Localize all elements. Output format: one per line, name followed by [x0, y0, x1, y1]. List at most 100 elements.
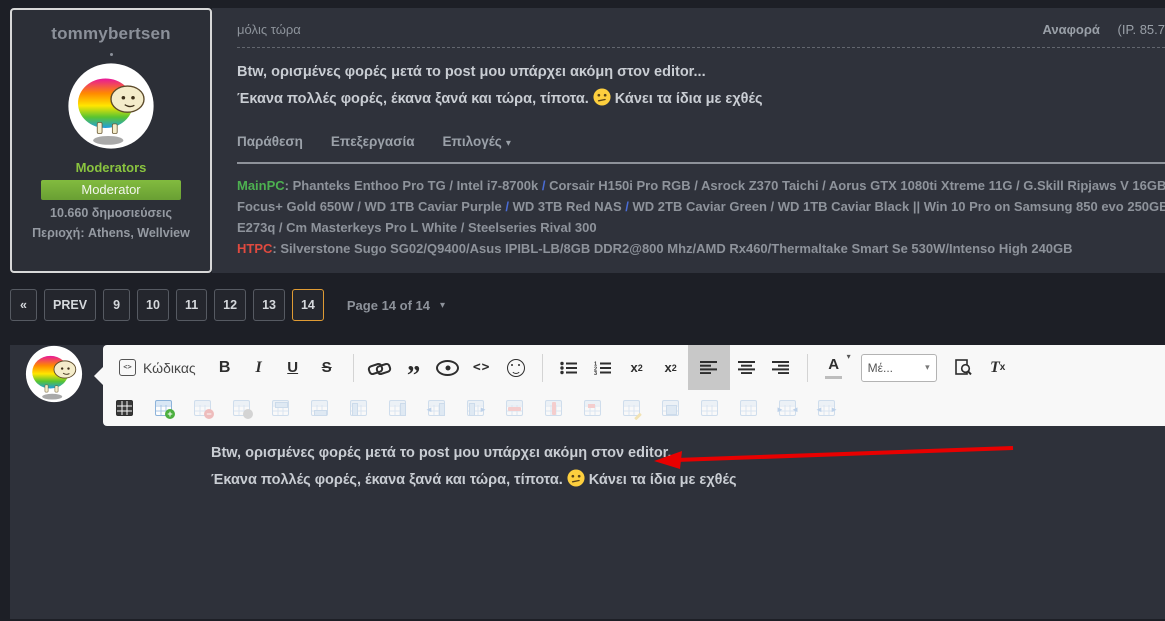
bold-button[interactable]: B	[208, 345, 242, 390]
post-timestamp[interactable]: μόλις τώρα	[237, 22, 301, 37]
editor-content-area[interactable]: Btw, ορισμένες φορές μετά το post μου υπ…	[196, 426, 1165, 494]
preview-button[interactable]	[431, 345, 465, 390]
editor-text-line1: Btw, ορισμένες φορές μετά το post μου υπ…	[211, 445, 680, 461]
align-center-button[interactable]	[730, 345, 764, 390]
insert-table-button[interactable]	[154, 399, 175, 419]
strikethrough-button[interactable]: S	[310, 345, 344, 390]
align-left-icon	[699, 361, 717, 374]
table-grid-a-button[interactable]	[700, 399, 719, 417]
quote-icon: ”	[406, 359, 421, 390]
emoticon-button[interactable]	[499, 345, 533, 390]
page-button-14-current[interactable]: 14	[291, 289, 324, 321]
insert-column-right-button[interactable]	[388, 399, 407, 417]
eye-icon	[436, 359, 460, 376]
link-button[interactable]	[363, 345, 397, 390]
delete-column-button[interactable]	[544, 399, 563, 417]
insert-row-below-button[interactable]	[310, 399, 329, 417]
chevron-down-icon: ▾	[846, 351, 851, 361]
table-properties-icon	[233, 400, 253, 419]
move-column-right-button[interactable]: ►	[466, 399, 487, 417]
source-button[interactable]: <>	[465, 345, 499, 390]
page-button-9[interactable]: 9	[103, 289, 131, 321]
smiley-icon	[506, 358, 525, 377]
pagination: « PREV 9 10 11 12 13 14 Page 14 of 14 ▾	[10, 289, 1165, 321]
reply-editor: Κώδικας B I U S ” <>	[10, 345, 1165, 619]
source-code-icon: <>	[472, 360, 491, 375]
text-color-button[interactable]: A ▾	[817, 345, 851, 390]
insert-column-right-icon	[389, 400, 406, 416]
italic-button[interactable]: I	[242, 345, 276, 390]
page-magnifier-icon	[955, 359, 972, 376]
first-page-button[interactable]: «	[10, 289, 37, 321]
numbered-list-icon: 123	[594, 361, 611, 375]
signature: MainPC: Phanteks Enthoo Pro TG / Intel i…	[237, 175, 1165, 259]
post-text-line1: Btw, ορισμένες φορές μετά το post μου υπ…	[237, 64, 706, 80]
post-header: μόλις τώρα Αναφορά (IP. 85.7	[237, 8, 1165, 37]
delete-column-icon	[545, 400, 562, 416]
signature-line1: MainPC: Phanteks Enthoo Pro TG / Intel i…	[237, 178, 1165, 193]
delete-row-button[interactable]	[505, 399, 524, 417]
delete-cell-icon	[584, 400, 601, 416]
insert-row-above-button[interactable]	[271, 399, 290, 417]
split-cells-button[interactable]: ◄ ►	[815, 399, 838, 417]
code-page-icon	[119, 359, 136, 376]
link-icon	[368, 360, 391, 376]
merge-cells-horizontal-icon: ► ◄	[776, 400, 799, 416]
bulleted-list-icon	[559, 361, 577, 374]
superscript-button[interactable]: x2	[654, 345, 688, 390]
toolbar-separator	[352, 353, 354, 382]
toolbar-separator	[541, 353, 543, 382]
author-avatar[interactable]	[67, 62, 155, 150]
edit-button[interactable]: Επεξεργασία	[331, 134, 415, 149]
page-button-13[interactable]: 13	[253, 289, 285, 321]
editor-box: Κώδικας B I U S ” <>	[94, 345, 1165, 494]
svg-text:3: 3	[594, 371, 597, 375]
merge-cells-icon	[662, 400, 679, 416]
code-block-button[interactable]: Κώδικας	[113, 345, 208, 390]
split-cells-icon: ◄ ►	[815, 400, 838, 416]
insert-row-below-icon	[311, 400, 328, 416]
merge-cells-button[interactable]	[661, 399, 680, 417]
align-right-icon	[771, 361, 789, 374]
author-username[interactable]: tommybertsen	[12, 24, 210, 44]
align-right-button[interactable]	[764, 345, 798, 390]
report-link[interactable]: Αναφορά	[1043, 22, 1100, 37]
page-button-11[interactable]: 11	[175, 289, 208, 321]
quote-button[interactable]: Παράθεση	[237, 134, 303, 149]
table-grid-b-button[interactable]	[739, 399, 758, 417]
forum-page: tommybertsen Moderators Moderator 10.660…	[0, 8, 1165, 619]
page-button-10[interactable]: 10	[137, 289, 169, 321]
bulleted-list-button[interactable]	[552, 345, 586, 390]
delete-cell-button[interactable]	[583, 399, 602, 417]
prev-page-button[interactable]: PREV	[44, 289, 97, 321]
font-size-dropdown[interactable]: Μέ... ▾	[860, 353, 937, 382]
align-left-button[interactable]	[687, 345, 730, 390]
author-location: Περιοχή: Athens, Wellview	[32, 226, 190, 240]
subscript-button[interactable]: x2	[620, 345, 654, 390]
post-body: Btw, ορισμένες φορές μετά το post μου υπ…	[237, 59, 1165, 113]
edit-cell-button[interactable]	[622, 399, 642, 421]
table-grid-icon	[740, 400, 757, 416]
move-column-left-button[interactable]: ◄	[425, 399, 446, 417]
table-grid-icon	[701, 400, 718, 416]
numbered-list-button[interactable]: 123	[586, 345, 620, 390]
page-button-12[interactable]: 12	[214, 289, 247, 321]
print-preview-button[interactable]	[947, 345, 981, 390]
delete-table-button[interactable]	[193, 399, 214, 419]
delete-row-icon	[506, 400, 523, 416]
post-main: μόλις τώρα Αναφορά (IP. 85.7 Btw, ορισμέ…	[212, 8, 1165, 273]
merge-cells-horizontal-button[interactable]: ► ◄	[776, 399, 799, 417]
insert-column-left-button[interactable]	[349, 399, 368, 417]
delete-table-icon	[194, 400, 214, 419]
insert-column-left-icon	[350, 400, 367, 416]
edit-cell-icon	[623, 400, 642, 421]
blockquote-button[interactable]: ”	[397, 345, 431, 390]
remove-format-button[interactable]: Tx	[981, 345, 1015, 390]
table-properties-button[interactable]	[232, 399, 253, 419]
options-button[interactable]: Επιλογές ▾	[443, 134, 511, 149]
underline-button[interactable]: U	[276, 345, 310, 390]
author-group: Moderators	[75, 160, 147, 175]
page-info-dropdown[interactable]: Page 14 of 14 ▾	[347, 298, 445, 313]
toolbar-row-formatting: Κώδικας B I U S ” <>	[103, 345, 1165, 390]
table-button[interactable]	[115, 399, 134, 417]
